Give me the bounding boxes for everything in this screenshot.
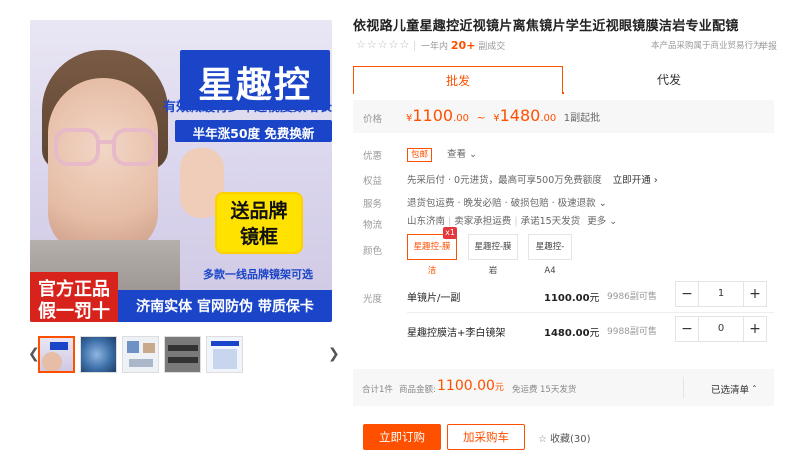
color-label: 颜色 [363, 246, 383, 257]
chevron-right-icon[interactable]: ❯ [328, 346, 340, 362]
price-range: ¥1100.00 ~ ¥1480.00 1副起批 [406, 106, 600, 125]
spec-row: 单镜片/一副 1100.00元 9986副可售 − 1 + [407, 281, 774, 313]
color-option-moyan[interactable]: 星趣控-膜岩 [468, 234, 518, 276]
thumb-1[interactable] [38, 336, 75, 373]
price-low: 1100 [412, 106, 454, 125]
quantity-stepper: − 0 + [675, 316, 767, 342]
divider [407, 312, 774, 313]
price-label: 价格 [363, 114, 383, 125]
quantity-stepper: − 1 + [675, 281, 767, 307]
authentic-line2: 假一罚十 [38, 301, 110, 322]
divider [683, 377, 684, 398]
glasses-right-lens [112, 128, 158, 166]
thumb-4[interactable] [164, 336, 201, 373]
order-now-button[interactable]: 立即订购 [363, 424, 441, 450]
report-link[interactable]: 举报 [759, 39, 777, 52]
favorite-button[interactable]: ☆ 收藏(30) [538, 430, 591, 445]
color-option-a4[interactable]: 星趣控-A4 [528, 234, 572, 276]
plus-icon[interactable]: + [744, 317, 766, 341]
chevron-right-icon: › [653, 175, 658, 186]
thumb-5[interactable] [206, 336, 243, 373]
sold-prefix: 一年内 [421, 42, 449, 52]
chevron-up-icon: ˆ [752, 385, 757, 396]
thumb-3[interactable] [122, 336, 159, 373]
order-summary: 合计1件 商品金额: 1100.00元 免运费 15天发货 已选清单 ˆ [353, 369, 774, 406]
logistics-row: 山东济南 | 卖家承担运费 | 承诺15天发货 更多 ⌄ [407, 216, 618, 227]
purchase-tabs: 批发 代发 [353, 66, 774, 94]
spec-row: 星趣控膜洁+李白镜架 1480.00元 9988副可售 − 0 + [407, 316, 774, 348]
spec-stock: 9986副可售 [607, 292, 657, 302]
spec-label: 光度 [363, 294, 383, 305]
shipping-label: 免运费 [512, 385, 538, 395]
chevron-down-icon: ⌄ [598, 198, 607, 209]
min-order: 1副起批 [563, 113, 601, 124]
total-amount: 1100.00元 [437, 378, 504, 394]
ship-commit: 承诺15天发货 [520, 216, 581, 227]
spec-name: 星趣控膜洁+李白镜架 [407, 328, 506, 339]
sold-count: 一年内 20+ 副成交 [421, 39, 505, 52]
product-title: 依视路儿童星趣控近视镜片离焦镜片学生近视眼镜膜洁岩专业配镜 [353, 19, 739, 34]
image-subtitle: 有效减缓青少年近视度数增长 [162, 100, 332, 115]
multi-brand-text: 多款一线品牌镜架可选 [203, 268, 313, 281]
rights-text: 先采后付 · 0元进货，最高可享500万免费额度 [407, 175, 602, 186]
main-product-image[interactable]: 星趣控 有效减缓青少年近视度数增长 半年涨50度 免费换新 送品牌 镜框 多款一… [30, 20, 332, 322]
item-count: 合计1件 [362, 385, 393, 395]
logistics-label: 物流 [363, 220, 383, 231]
rights-row: 先采后付 · 0元进货，最高可享500万免费额度 立即开通 › [407, 172, 658, 186]
image-subtitle2: 半年涨50度 免费换新 [192, 126, 315, 141]
service-text: 退货包运费 · 晚发必赔 · 破损包赔 · 极速退款 [407, 198, 596, 209]
price-tilde: ~ [476, 111, 486, 124]
divider [414, 41, 415, 51]
gift-line1: 送品牌 [230, 200, 288, 222]
spec-name: 单镜片/一副 [407, 293, 461, 304]
price-high: 1480 [499, 106, 541, 125]
activate-link[interactable]: 立即开通 › [613, 175, 658, 186]
offers-row: 包邮 查看 ⌄ [407, 146, 477, 162]
tab-dropship[interactable]: 代发 [564, 66, 774, 94]
free-shipping-tag: 包邮 [407, 148, 433, 162]
logistics-more[interactable]: 更多 ⌄ [587, 216, 617, 227]
sold-suffix: 副成交 [478, 42, 506, 52]
thumbnail-strip: ❮ ❯ [24, 336, 340, 374]
quantity-input[interactable]: 0 [698, 317, 744, 341]
glasses-left-lens [54, 128, 100, 166]
star-icon: ☆ [538, 434, 547, 445]
ship-from: 山东济南 [407, 216, 446, 227]
minus-icon[interactable]: − [676, 282, 698, 306]
bottom-bar-text: 济南实体 官网防伪 带质保卡 [136, 299, 314, 315]
spec-stock: 9988副可售 [607, 327, 657, 337]
price-box: 价格 ¥1100.00 ~ ¥1480.00 1副起批 [353, 100, 774, 133]
chevron-down-icon: ⌄ [469, 149, 478, 160]
shipping-days: 15天发货 [540, 385, 577, 395]
minus-icon[interactable]: − [676, 317, 698, 341]
glasses-bridge [98, 140, 114, 144]
sold-number: 20+ [450, 39, 476, 52]
offers-label: 优惠 [363, 151, 383, 162]
ship-carrier: 卖家承担运费 [454, 216, 512, 227]
price-high-decimal: .00 [540, 113, 557, 124]
plus-icon[interactable]: + [744, 282, 766, 306]
trade-notice: 本产品采购属于商业贸易行为 [651, 41, 762, 51]
quantity-input[interactable]: 1 [698, 282, 744, 306]
spec-price: 1480.00元 [544, 328, 600, 339]
view-offers-link[interactable]: 查看 ⌄ [447, 149, 477, 160]
selected-list-toggle[interactable]: 已选清单 ˆ [711, 382, 757, 396]
rights-label: 权益 [363, 176, 383, 187]
amount-label: 商品金额: [399, 385, 436, 395]
selected-count-badge: x1 [443, 227, 457, 239]
gift-line2: 镜框 [239, 226, 278, 248]
spec-price: 1100.00元 [544, 293, 600, 304]
price-low-decimal: .00 [453, 113, 469, 124]
thumb-2[interactable] [80, 336, 117, 373]
chevron-down-icon: ⌄ [609, 216, 618, 227]
service-row[interactable]: 退货包运费 · 晚发必赔 · 破损包赔 · 极速退款 ⌄ [407, 195, 607, 209]
tab-wholesale[interactable]: 批发 [353, 66, 563, 94]
add-to-cart-button[interactable]: 加采购车 [447, 424, 525, 450]
service-label: 服务 [363, 199, 383, 210]
rating-stars: ☆☆☆☆☆ [356, 38, 411, 51]
